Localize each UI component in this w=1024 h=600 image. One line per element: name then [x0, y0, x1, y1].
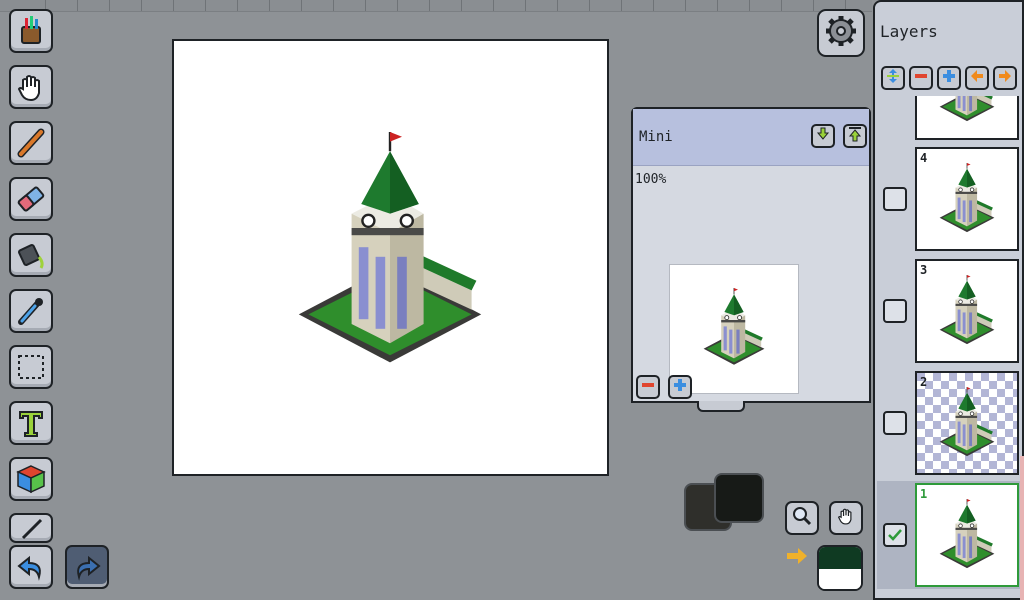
- ruler-tick: [301, 0, 302, 11]
- ruler-tick: [141, 0, 142, 11]
- layer-number: 2: [920, 375, 928, 389]
- palette-swatch[interactable]: [817, 545, 863, 591]
- rect-select-icon[interactable]: [9, 345, 53, 389]
- layers-scrollbar[interactable]: [1020, 456, 1024, 600]
- cube-3d-icon[interactable]: [9, 457, 53, 501]
- settings-button[interactable]: [817, 9, 865, 57]
- minus-icon: [640, 377, 656, 397]
- remove-layer-button[interactable]: [909, 66, 933, 90]
- ruler-tick: [269, 0, 270, 11]
- ruler-tick: [429, 0, 430, 11]
- ruler-tick: [781, 0, 782, 11]
- layer-row-5[interactable]: [877, 96, 1022, 142]
- merge-layers-icon: [885, 68, 901, 88]
- redo-icon[interactable]: [65, 545, 109, 589]
- layer-row-3[interactable]: 3: [877, 257, 1022, 365]
- tower-artwork: [296, 130, 484, 365]
- layer-visibility-checkbox[interactable]: [883, 299, 907, 323]
- arrow-right-icon[interactable]: [785, 545, 809, 571]
- layer-visibility-checkbox[interactable]: [883, 411, 907, 435]
- ruler-tick: [653, 0, 654, 11]
- layer-row-1[interactable]: 1: [877, 481, 1022, 589]
- mini-preview-panel: Mini 100%: [631, 107, 871, 403]
- primary-color-swatch[interactable]: [714, 473, 764, 523]
- magnifier-icon: [791, 505, 813, 531]
- ruler-tick: [461, 0, 462, 11]
- layer-visibility-checkbox[interactable]: [883, 523, 907, 547]
- add-layer-icon: [941, 68, 957, 88]
- layer-thumbnail[interactable]: 2: [915, 371, 1019, 475]
- remove-layer-icon: [913, 68, 929, 88]
- mini-header[interactable]: Mini: [633, 109, 869, 166]
- eyedropper-icon[interactable]: [9, 289, 53, 333]
- move-layer-left-button[interactable]: [965, 66, 989, 90]
- layer-number: 1: [920, 487, 928, 501]
- layers-panel: Layers 4 3 2 1: [873, 0, 1024, 600]
- drawing-canvas[interactable]: [172, 39, 609, 476]
- ruler-tick: [493, 0, 494, 11]
- hand-button[interactable]: [829, 501, 863, 535]
- plus-icon: [672, 377, 688, 397]
- ruler-tick: [717, 0, 718, 11]
- zoom-button[interactable]: [785, 501, 819, 535]
- layer-thumbnail[interactable]: 4: [915, 147, 1019, 251]
- palette-bucket-icon[interactable]: [9, 9, 53, 53]
- ruler-tick: [749, 0, 750, 11]
- undo-icon[interactable]: [9, 545, 53, 589]
- layer-number: 3: [920, 263, 928, 277]
- add-layer-button[interactable]: [937, 66, 961, 90]
- layer-thumbnail[interactable]: 1: [915, 483, 1019, 587]
- move-right-icon: [997, 68, 1013, 88]
- eraser-icon[interactable]: [9, 177, 53, 221]
- layer-visibility-checkbox[interactable]: [883, 187, 907, 211]
- mini-dock-up-button[interactable]: [843, 124, 867, 148]
- mini-zoom-level: 100%: [635, 172, 667, 187]
- gear-icon: [823, 13, 859, 53]
- text-tool-icon[interactable]: [9, 401, 53, 445]
- layers-toolbar: [878, 64, 1022, 94]
- hand-pan-icon[interactable]: [9, 65, 53, 109]
- layer-thumbnail: [915, 96, 1019, 140]
- merge-layers-button[interactable]: [881, 66, 905, 90]
- mini-resize-tab[interactable]: [697, 401, 745, 412]
- palette-light-band: [819, 569, 861, 589]
- ruler-tick: [525, 0, 526, 11]
- ruler-tick: [621, 0, 622, 11]
- ruler-tick: [685, 0, 686, 11]
- mini-title: Mini: [639, 129, 673, 145]
- ruler-tick: [557, 0, 558, 11]
- ruler-tick: [77, 0, 78, 11]
- brush-icon[interactable]: [9, 121, 53, 165]
- hand-pan-icon: [835, 505, 857, 531]
- mini-zoom-in-button[interactable]: [668, 375, 692, 399]
- ruler-tick: [589, 0, 590, 11]
- layer-thumbnail[interactable]: 3: [915, 259, 1019, 363]
- move-left-icon: [969, 68, 985, 88]
- layer-row-2[interactable]: 2: [877, 369, 1022, 477]
- line-tool-icon[interactable]: [9, 513, 53, 543]
- arrow-down-icon: [815, 126, 831, 146]
- top-ruler: [0, 0, 872, 12]
- ruler-tick: [813, 0, 814, 11]
- mini-dock-down-button[interactable]: [811, 124, 835, 148]
- arrow-up-icon: [847, 126, 863, 146]
- ruler-tick: [109, 0, 110, 11]
- ruler-tick: [397, 0, 398, 11]
- ruler-tick: [365, 0, 366, 11]
- move-layer-right-button[interactable]: [993, 66, 1017, 90]
- ruler-tick: [205, 0, 206, 11]
- ruler-tick: [173, 0, 174, 11]
- layers-title: Layers: [880, 22, 938, 41]
- palette-dark-band: [819, 547, 861, 569]
- layer-number: 4: [920, 151, 928, 165]
- layer-row-4[interactable]: 4: [877, 145, 1022, 253]
- ruler-tick: [237, 0, 238, 11]
- fill-bucket-icon[interactable]: [9, 233, 53, 277]
- mini-zoom-out-button[interactable]: [636, 375, 660, 399]
- ruler-tick: [333, 0, 334, 11]
